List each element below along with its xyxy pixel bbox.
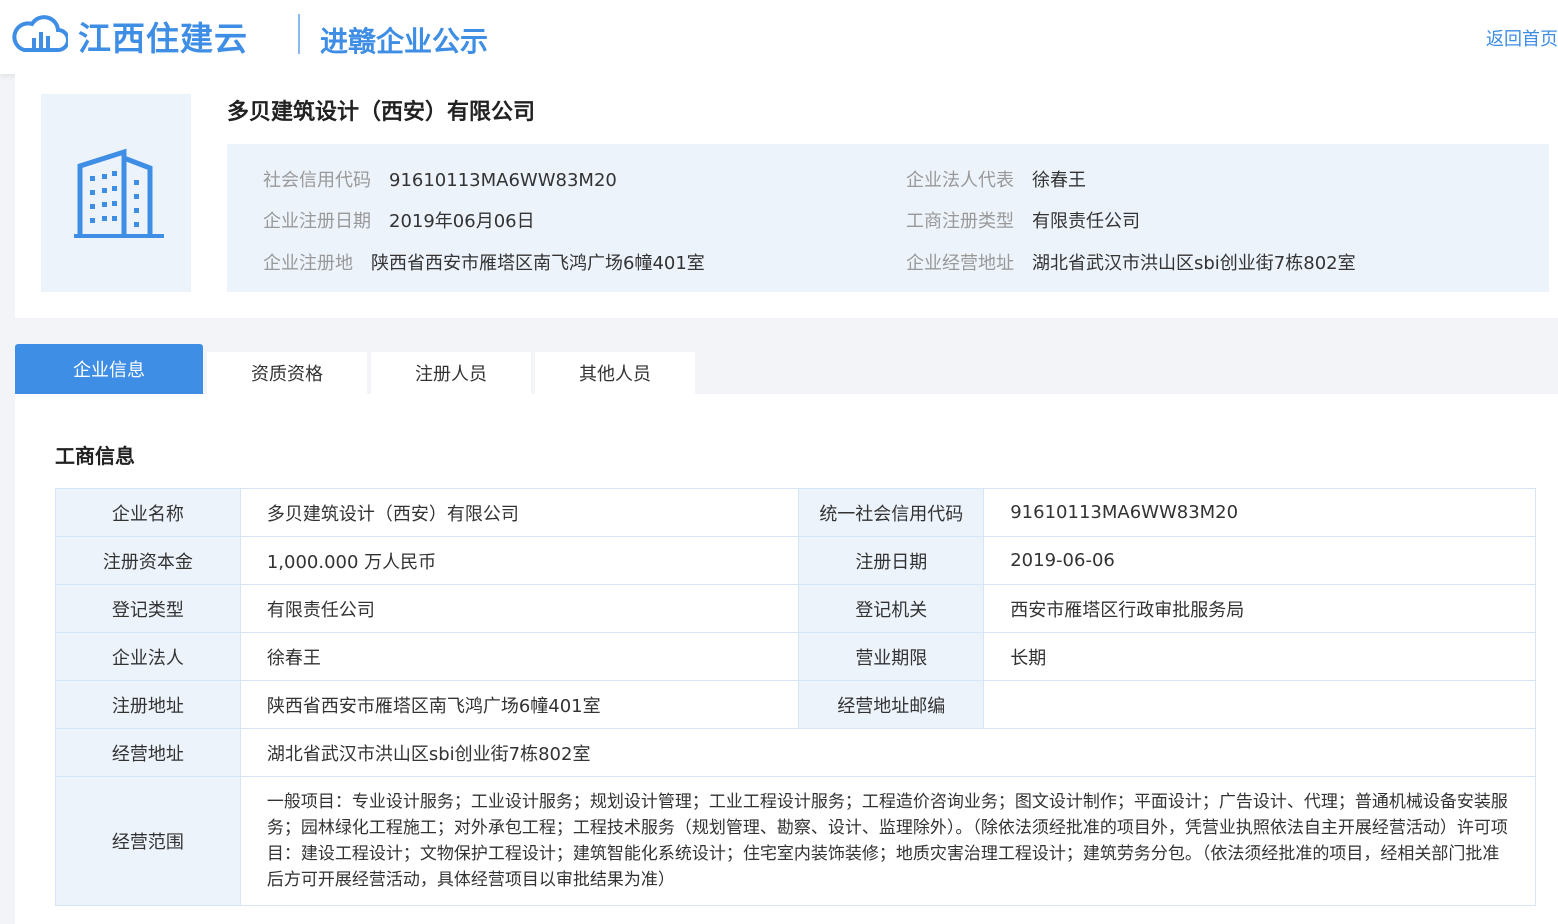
company-logo [41, 94, 191, 292]
info-value: 2019年06月06日 [389, 211, 535, 232]
cell-label: 统一社会信用代码 [798, 488, 985, 537]
info-value: 陕西省西安市雁塔区南飞鸿广场6幢401室 [371, 253, 705, 274]
cell-value: 2019-06-06 [983, 536, 1536, 585]
table-row: 经营地址 湖北省武汉市洪山区sbi创业街7栋802室 [55, 728, 1537, 777]
table-row: 注册资本金 1,000.000 万人民币 注册日期 2019-06-06 [55, 536, 1536, 585]
page-subtitle: 进赣企业公示 [320, 25, 489, 58]
cell-value: 湖北省武汉市洪山区sbi创业街7栋802室 [239, 728, 1537, 777]
cell-label: 注册地址 [55, 680, 241, 729]
cell-value: 西安市雁塔区行政审批服务局 [983, 584, 1536, 633]
info-value: 有限责任公司 [1032, 211, 1140, 232]
tab-registered-staff[interactable]: 注册人员 [371, 352, 531, 394]
info-biz-address: 企业经营地址 湖北省武汉市洪山区sbi创业街7栋802室 [906, 249, 1356, 275]
table-row: 登记类型 有限责任公司 登记机关 西安市雁塔区行政审批服务局 [55, 584, 1536, 633]
info-label: 社会信用代码 [263, 170, 371, 191]
cell-label: 登记类型 [55, 584, 241, 633]
cell-value [983, 680, 1536, 729]
top-header: 江西住建云 进赣企业公示 返回首页 [0, 0, 1558, 74]
cell-label: 营业期限 [798, 632, 985, 681]
info-reg-date: 企业注册日期 2019年06月06日 [263, 207, 535, 233]
cell-label: 注册资本金 [55, 536, 241, 585]
business-scope-text: 一般项目：专业设计服务；工业设计服务；规划设计管理；工业工程设计服务；工程造价咨… [239, 776, 1537, 906]
building-icon [74, 148, 164, 238]
info-reg-type: 工商注册类型 有限责任公司 [906, 207, 1140, 233]
info-legal-rep: 企业法人代表 徐春王 [906, 166, 1086, 192]
table-row: 企业名称 多贝建筑设计（西安）有限公司 统一社会信用代码 91610113MA6… [55, 488, 1536, 537]
info-value: 湖北省武汉市洪山区sbi创业街7栋802室 [1032, 253, 1356, 274]
company-name: 多贝建筑设计（西安）有限公司 [227, 100, 536, 125]
info-label: 企业经营地址 [906, 253, 1014, 274]
cell-value: 长期 [983, 632, 1536, 681]
table-row: 经营范围 一般项目：专业设计服务；工业设计服务；规划设计管理；工业工程设计服务；… [55, 776, 1537, 906]
tab-company-info[interactable]: 企业信息 [15, 344, 203, 394]
tab-qualification[interactable]: 资质资格 [207, 352, 367, 394]
brand-title: 江西住建云 [78, 19, 248, 58]
cell-label: 企业法人 [55, 632, 241, 681]
cell-label: 企业名称 [55, 488, 241, 537]
cell-value: 徐春王 [239, 632, 800, 681]
cell-label: 经营地址邮编 [798, 680, 985, 729]
cell-value: 多贝建筑设计（西安）有限公司 [239, 488, 800, 537]
table-row: 企业法人 徐春王 营业期限 长期 [55, 632, 1536, 681]
info-value: 91610113MA6WW83M20 [389, 170, 617, 191]
tab-other-staff[interactable]: 其他人员 [535, 352, 695, 394]
cell-value: 91610113MA6WW83M20 [983, 488, 1536, 537]
main-panel: 工商信息 企业名称 多贝建筑设计（西安）有限公司 统一社会信用代码 916101… [15, 394, 1558, 924]
info-credit-code: 社会信用代码 91610113MA6WW83M20 [263, 166, 617, 192]
cell-value: 陕西省西安市雁塔区南飞鸿广场6幢401室 [239, 680, 800, 729]
section-title: 工商信息 [55, 444, 135, 468]
cell-label: 登记机关 [798, 584, 985, 633]
cloud-chart-icon [12, 15, 68, 52]
info-label: 工商注册类型 [906, 211, 1014, 232]
back-home-link[interactable]: 返回首页 [1486, 25, 1558, 51]
cell-value: 有限责任公司 [239, 584, 800, 633]
info-label: 企业法人代表 [906, 170, 1014, 191]
company-card: 多贝建筑设计（西安）有限公司 社会信用代码 91610113MA6WW83M20 … [15, 74, 1558, 318]
info-label: 企业注册地 [263, 253, 353, 274]
info-label: 企业注册日期 [263, 211, 371, 232]
table-row: 注册地址 陕西省西安市雁塔区南飞鸿广场6幢401室 经营地址邮编 [55, 680, 1536, 729]
header-divider [298, 14, 300, 54]
cell-value: 1,000.000 万人民币 [239, 536, 800, 585]
cell-label: 注册日期 [798, 536, 985, 585]
info-value: 徐春王 [1032, 170, 1086, 191]
cell-label: 经营范围 [55, 776, 241, 906]
cell-label: 经营地址 [55, 728, 241, 777]
company-summary: 社会信用代码 91610113MA6WW83M20 企业法人代表 徐春王 企业注册日… [227, 144, 1549, 292]
business-info-table: 企业名称 多贝建筑设计（西安）有限公司 统一社会信用代码 91610113MA6… [55, 488, 1537, 906]
info-reg-place: 企业注册地 陕西省西安市雁塔区南飞鸿广场6幢401室 [263, 249, 705, 275]
